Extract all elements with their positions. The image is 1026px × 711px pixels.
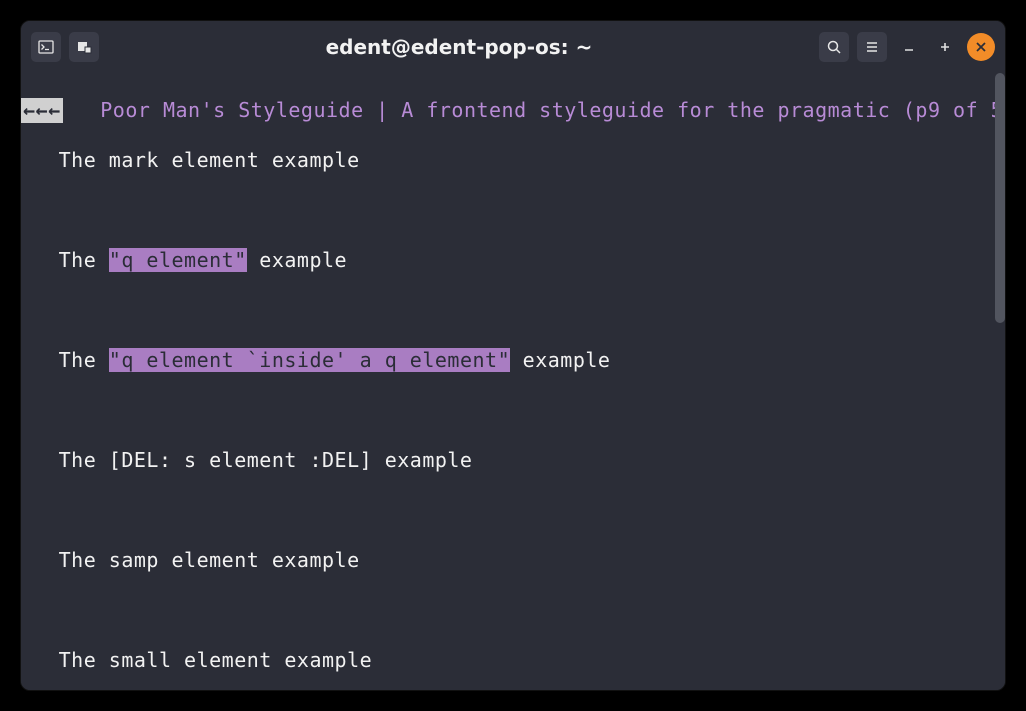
search-button[interactable] [819, 32, 849, 62]
maximize-button[interactable] [931, 33, 959, 61]
scrollbar[interactable] [995, 73, 1005, 690]
text-line: The "q element `inside' a q element" exa… [21, 348, 1005, 373]
blank-line [21, 498, 1005, 523]
blank-line [21, 198, 1005, 223]
text-line: The [DEL: s element :DEL] example [21, 448, 1005, 473]
terminal-viewport[interactable]: ←←← Poor Man's Styleguide | A frontend s… [21, 73, 1005, 690]
minimize-button[interactable] [895, 33, 923, 61]
scroll-thumb[interactable] [995, 73, 1005, 323]
close-button[interactable] [967, 33, 995, 61]
text-line: The mark element example [21, 148, 1005, 173]
titlebar-right [819, 32, 995, 62]
titlebar-left [31, 32, 99, 62]
text-line: The "q element" example [21, 248, 1005, 273]
terminal-icon-button[interactable] [31, 32, 61, 62]
new-tab-button[interactable] [69, 32, 99, 62]
terminal-content: ←←← Poor Man's Styleguide | A frontend s… [21, 73, 1005, 690]
q-element-highlight: "q element" [109, 248, 247, 272]
text-line: The samp element example [21, 548, 1005, 573]
page-header: Poor Man's Styleguide | A frontend style… [63, 98, 1006, 122]
blank-line [21, 298, 1005, 323]
text-line: The small element example [21, 648, 1005, 673]
window-title: edent@edent-pop-os: ~ [107, 35, 811, 59]
terminal-window: edent@edent-pop-os: ~ ←←← Poor Man's Sty… [20, 20, 1006, 691]
blank-line [21, 598, 1005, 623]
titlebar: edent@edent-pop-os: ~ [21, 21, 1005, 73]
back-arrow-icon[interactable]: ←←← [21, 98, 63, 123]
q-nested-highlight: "q element `inside' a q element" [109, 348, 510, 372]
blank-line [21, 398, 1005, 423]
menu-button[interactable] [857, 32, 887, 62]
